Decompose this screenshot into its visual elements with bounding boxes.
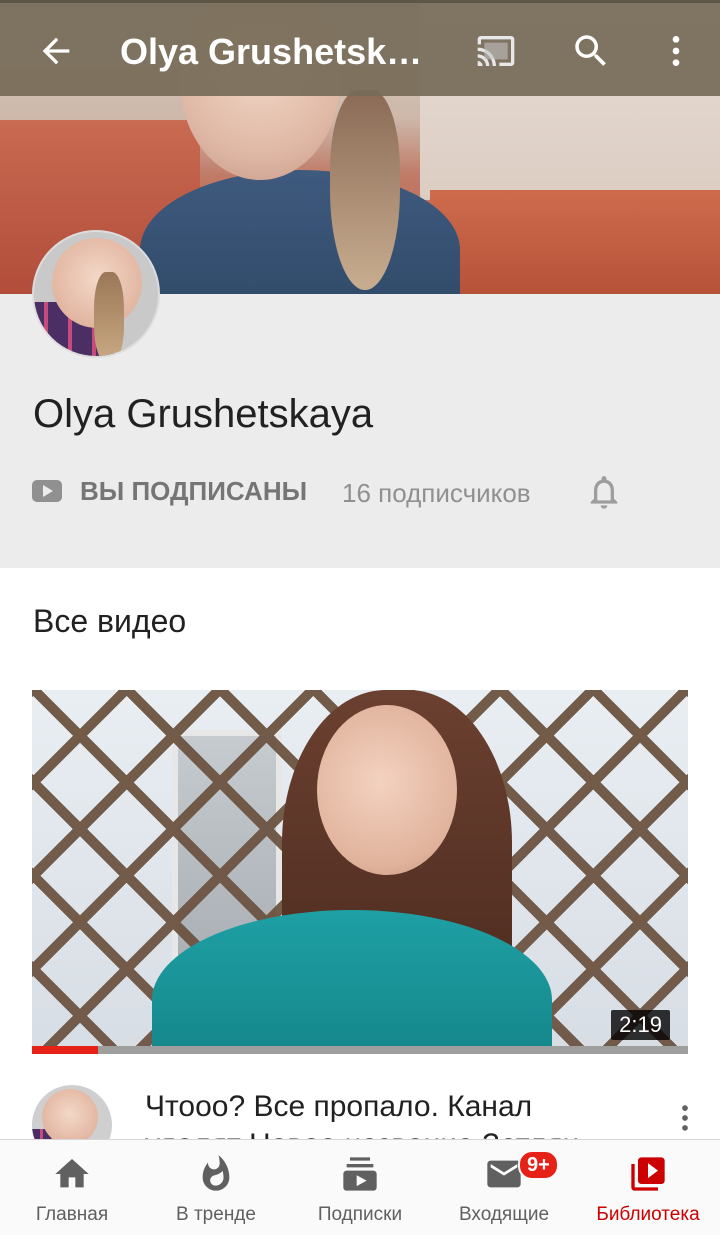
- search-button[interactable]: [561, 21, 621, 81]
- cast-button[interactable]: [466, 21, 526, 81]
- subscriptions-icon: [338, 1154, 382, 1194]
- nav-label: Библиотека: [596, 1204, 700, 1225]
- youtube-play-icon: [32, 480, 62, 502]
- nav-trending[interactable]: В тренде: [144, 1140, 288, 1235]
- subscriber-count: 16 подписчиков: [342, 478, 531, 508]
- notification-bell-icon: [590, 476, 618, 509]
- more-options-button[interactable]: [646, 21, 706, 81]
- trending-flame-icon: [194, 1154, 238, 1194]
- cast-icon: [477, 36, 515, 66]
- watch-progress-bar: [32, 1046, 688, 1054]
- section-title: Все видео: [33, 603, 187, 639]
- notification-bell-button[interactable]: [584, 470, 624, 514]
- nav-label: В тренде: [176, 1204, 256, 1225]
- library-icon: [626, 1154, 670, 1194]
- channel-avatar[interactable]: [32, 230, 160, 358]
- subscription-row: ВЫ ПОДПИСАНЫ 16 подписчиков: [32, 472, 712, 512]
- nav-home[interactable]: Главная: [0, 1140, 144, 1235]
- back-arrow-icon: [42, 37, 70, 65]
- video-thumbnail[interactable]: 2:19: [32, 690, 688, 1054]
- watch-progress-fill: [32, 1046, 98, 1054]
- bottom-navigation: Главная В тренде Подписки 9+ Входящие Би…: [0, 1139, 720, 1235]
- nav-library[interactable]: Библиотека: [576, 1140, 720, 1235]
- subscribed-button[interactable]: ВЫ ПОДПИСАНЫ: [80, 476, 307, 507]
- video-duration: 2:19: [611, 1010, 670, 1040]
- app-bar-title: Olya Grushetskaya: [120, 31, 440, 72]
- nav-subscriptions[interactable]: Подписки: [288, 1140, 432, 1235]
- back-button[interactable]: [26, 21, 86, 81]
- notification-badge: 9+: [518, 1150, 559, 1180]
- top-app-bar: Olya Grushetskaya: [0, 0, 720, 96]
- nav-label: Главная: [35, 1204, 109, 1225]
- channel-name: Olya Grushetskaya: [33, 392, 374, 436]
- nav-inbox[interactable]: 9+ Входящие: [432, 1140, 576, 1235]
- home-icon: [50, 1154, 94, 1194]
- more-vert-icon: [672, 36, 680, 66]
- more-vert-icon: [682, 1105, 688, 1131]
- search-icon: [575, 35, 606, 66]
- nav-label: Входящие: [458, 1204, 550, 1225]
- video-more-button[interactable]: [668, 1098, 702, 1138]
- channel-page: Olya Grushetskaya Olya Grushetskaya ВЫ П…: [0, 0, 720, 1235]
- nav-label: Подписки: [317, 1204, 403, 1225]
